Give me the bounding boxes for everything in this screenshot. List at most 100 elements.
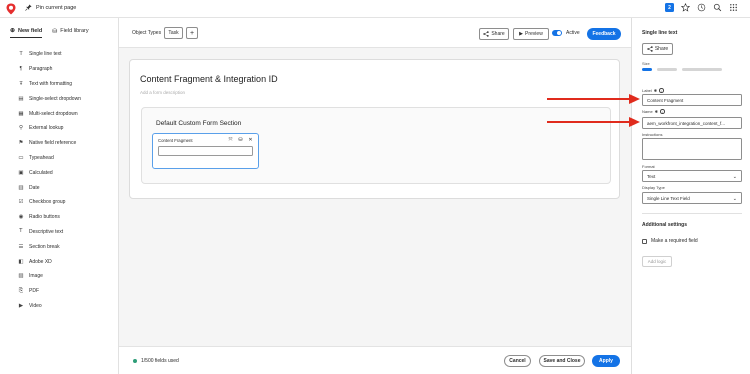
- name-input[interactable]: aem_workfront_integration_content_f...: [642, 117, 742, 129]
- pin-label: Pin current page: [36, 4, 77, 11]
- external-lookup-icon: ⚲: [18, 125, 24, 132]
- sidebar-item-pdf[interactable]: ⎘ PDF: [18, 284, 81, 299]
- annotation-arrow-name: [547, 117, 640, 127]
- native-field-icon: ⚑: [18, 140, 24, 147]
- active-toggle[interactable]: [552, 30, 562, 36]
- sidebar-item-calculated[interactable]: ▣ Calculated: [18, 165, 81, 180]
- preview-button[interactable]: ▶ Preview: [513, 28, 549, 40]
- sidebar-item-label: PDF: [29, 288, 39, 295]
- form-section[interactable]: Default Custom Form Section Content Frag…: [141, 107, 611, 184]
- sidebar-item-label: Radio buttons: [29, 214, 60, 221]
- chevron-down-icon: ⌄: [732, 174, 737, 180]
- info-icon[interactable]: i: [659, 88, 664, 93]
- sidebar-item-label: Date: [29, 184, 40, 191]
- sidebar-item-label: Text with formatting: [29, 80, 73, 87]
- content-fragment-field[interactable]: Content Fragment ⤧ ⛁ ✕: [152, 133, 259, 169]
- sidebar-item-label: Checkbox group: [29, 199, 66, 206]
- save-and-close-button[interactable]: Save and Close: [539, 355, 585, 367]
- section-title[interactable]: Default Custom Form Section: [156, 120, 241, 127]
- apply-button[interactable]: Apply: [592, 355, 620, 367]
- field-actions: ⤧ ⛁ ✕: [228, 137, 253, 143]
- recent-icon[interactable]: [697, 3, 706, 12]
- panel-share-button[interactable]: Share: [642, 43, 673, 55]
- size-medium-option[interactable]: [657, 68, 677, 71]
- sidebar-item-image[interactable]: ▨ Image: [18, 269, 81, 284]
- format-select[interactable]: Text ⌄: [642, 170, 742, 182]
- task-object-type-tag[interactable]: Task: [164, 27, 183, 39]
- sidebar-item-typeahead[interactable]: ▭ Typeahead: [18, 151, 81, 166]
- checkbox-icon[interactable]: [642, 238, 647, 244]
- sidebar-item-multi-select[interactable]: ▦ Multi-select dropdown: [18, 106, 81, 121]
- form-title[interactable]: Content Fragment & Integration ID: [140, 74, 278, 84]
- sidebar-item-checkbox-group[interactable]: ☑ Checkbox group: [18, 195, 81, 210]
- sidebar-item-label: Paragraph: [29, 66, 53, 73]
- sidebar-item-paragraph[interactable]: ¶ Paragraph: [18, 62, 81, 77]
- sidebar-item-single-select[interactable]: ▤ Single-select dropdown: [18, 91, 81, 106]
- feedback-button[interactable]: Feedback: [587, 28, 621, 40]
- annotation-arrow-label: [547, 94, 640, 104]
- required-label: Make a required field: [651, 238, 698, 244]
- sidebar-item-native-field[interactable]: ⚑ Native field reference: [18, 136, 81, 151]
- instructions-label: Instructions: [642, 132, 663, 137]
- search-icon[interactable]: [713, 3, 722, 12]
- pin-current-page[interactable]: Pin current page: [25, 4, 76, 11]
- field-type-list: T Single line text ¶ Paragraph Ŧ Text with …: [18, 47, 81, 313]
- star-icon[interactable]: [681, 3, 690, 12]
- size-selector[interactable]: [642, 68, 722, 71]
- workfront-logo-icon[interactable]: [6, 3, 16, 15]
- sidebar-item-label: Typeahead: [29, 154, 54, 161]
- sidebar-item-label: Calculated: [29, 169, 53, 176]
- form-description-input[interactable]: Add a form description: [140, 90, 185, 95]
- image-icon: ▨: [18, 273, 24, 280]
- move-icon[interactable]: ⤧: [228, 137, 233, 143]
- notification-badge[interactable]: 2: [665, 3, 674, 12]
- pdf-icon: ⎘: [18, 287, 24, 294]
- radio-buttons-icon: ◉: [18, 214, 24, 221]
- sidebar-item-radio-buttons[interactable]: ◉ Radio buttons: [18, 210, 81, 225]
- required-field-checkbox[interactable]: Make a required field: [642, 238, 698, 244]
- sidebar-item-single-line-text[interactable]: T Single line text: [18, 47, 81, 62]
- calculated-icon: ▣: [18, 169, 24, 176]
- size-small-option[interactable]: [642, 68, 652, 71]
- add-logic-button[interactable]: Add logic: [642, 256, 672, 267]
- sidebar-item-descriptive-text[interactable]: Ꭲ Descriptive text: [18, 225, 81, 240]
- cancel-button[interactable]: Cancel: [504, 355, 531, 367]
- fields-used-count: 1/500 fields used: [141, 358, 179, 364]
- name-field-label: Name ✱ i: [642, 109, 665, 114]
- plus-icon: +: [189, 29, 195, 37]
- active-label: Active: [566, 30, 580, 36]
- label-label-text: Label: [642, 88, 652, 93]
- name-label-text: Name: [642, 109, 653, 114]
- close-icon[interactable]: ✕: [248, 137, 253, 143]
- instructions-textarea[interactable]: [642, 138, 742, 160]
- tab-new-field[interactable]: ⊕ New field: [10, 27, 43, 38]
- paragraph-icon: ¶: [19, 66, 23, 73]
- add-object-type-button[interactable]: +: [186, 27, 198, 39]
- plus-circle-icon: ⊕: [10, 28, 16, 34]
- sidebar-item-date[interactable]: ▥ Date: [18, 180, 81, 195]
- descriptive-text-icon: Ꭲ: [19, 228, 23, 235]
- format-value: Text: [647, 173, 656, 179]
- size-large-option[interactable]: [682, 68, 722, 71]
- multi-select-icon: ▦: [18, 110, 24, 117]
- sidebar-item-video[interactable]: ▶ Video: [18, 299, 81, 314]
- sidebar-item-text-with-formatting[interactable]: Ŧ Text with formatting: [18, 77, 81, 92]
- sidebar-item-label: Native field reference: [29, 140, 77, 147]
- share-button[interactable]: Share: [479, 28, 509, 40]
- sidebar-tabs: ⊕ New field ⛁ Field library: [10, 27, 89, 38]
- label-input[interactable]: Content Fragment: [642, 94, 742, 106]
- sidebar-item-label: Descriptive text: [29, 228, 64, 235]
- sidebar-item-adobe-xd[interactable]: ◧ Adobe XD: [18, 254, 81, 269]
- tab-label: New field: [18, 27, 43, 34]
- section-break-icon: ☰: [18, 243, 24, 250]
- sidebar-item-label: External lookup: [29, 125, 64, 132]
- format-label: Format: [642, 164, 655, 169]
- apps-grid-icon[interactable]: [729, 3, 738, 12]
- library-add-icon[interactable]: ⛁: [238, 137, 243, 143]
- info-icon[interactable]: i: [660, 109, 665, 114]
- tab-field-library[interactable]: ⛁ Field library: [52, 27, 88, 38]
- sidebar-item-section-break[interactable]: ☰ Section break: [18, 239, 81, 254]
- display-type-select[interactable]: Single Line Text Field ⌄: [642, 192, 742, 204]
- share-label: Share: [491, 31, 505, 37]
- sidebar-item-external-lookup[interactable]: ⚲ External lookup: [18, 121, 81, 136]
